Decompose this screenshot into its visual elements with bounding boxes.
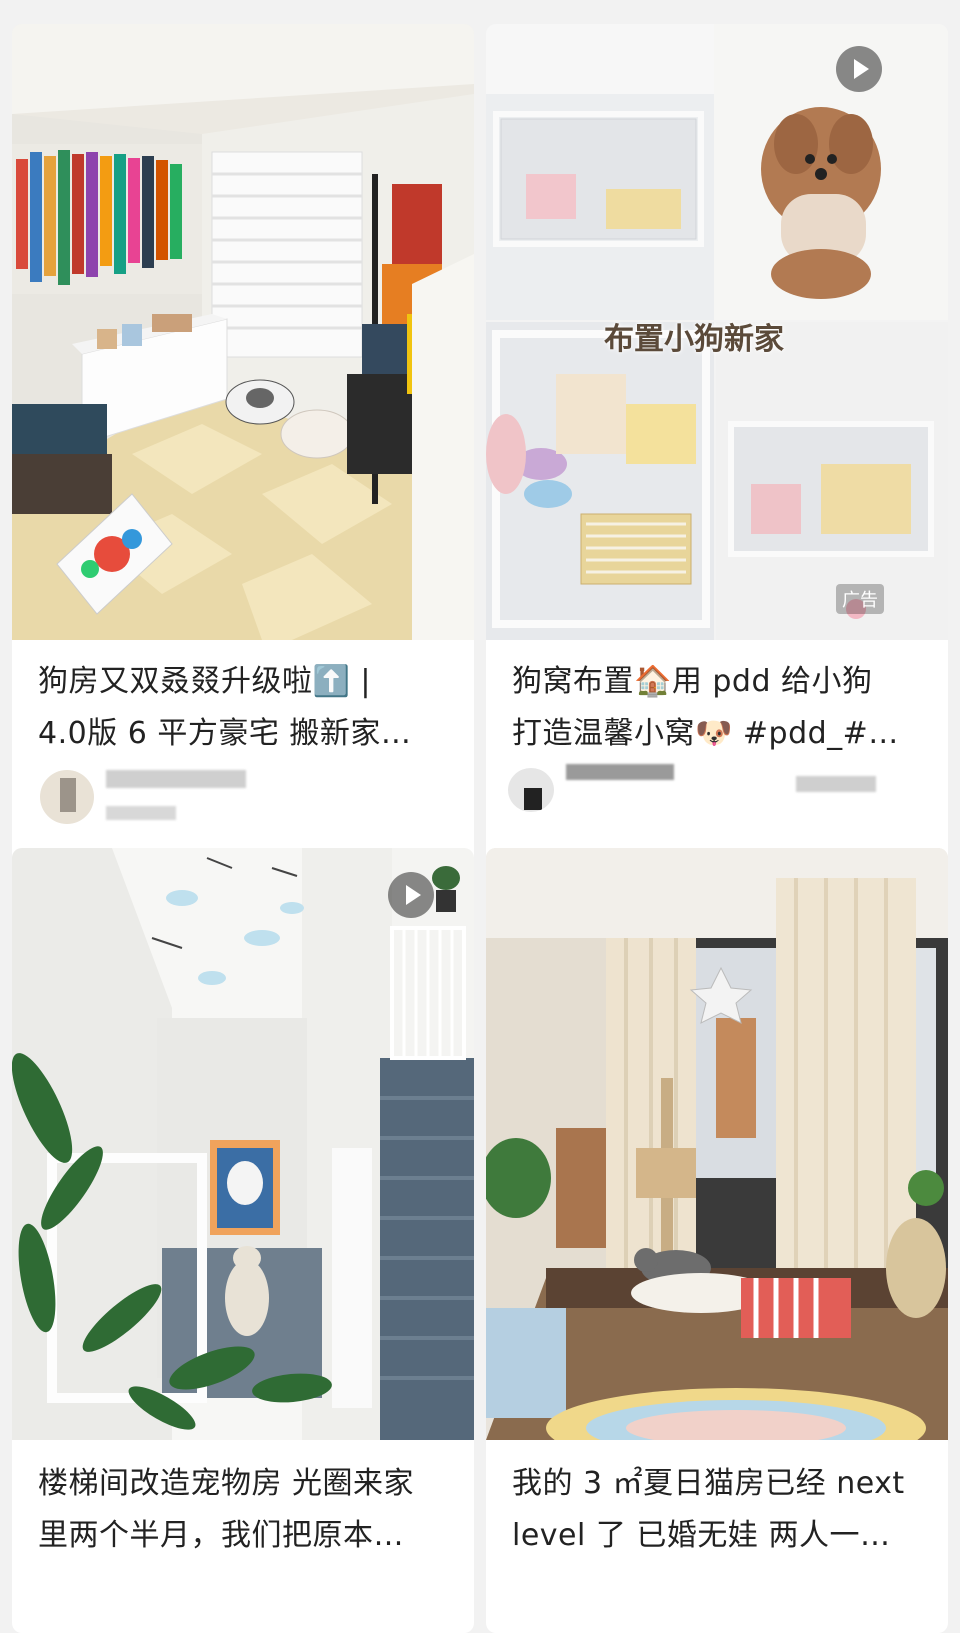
post-title-line: 里两个半月，我们把原本…	[38, 1518, 404, 1553]
like-count-blurred	[796, 776, 876, 792]
post-title-line: 我的 3 ㎡夏日猫房已经 next	[512, 1466, 905, 1501]
post-title-line: 4.0版 6 平方豪宅 搬新家…	[38, 716, 412, 751]
image-overlay-caption: 布置小狗新家	[604, 322, 784, 357]
post-title-line: 打造温馨小窝🐶 #pdd_#…	[512, 716, 899, 751]
post-title-line: level 了 已婚无娃 两人一…	[512, 1518, 891, 1553]
post-card[interactable]: 布置小狗新家 广告 狗窝布置🏠用 pdd 给小狗 打造温馨小窝🐶 #pdd_#…	[486, 24, 948, 866]
post-cover-image[interactable]: 布置小狗新家 广告	[486, 24, 948, 640]
post-title[interactable]: 我的 3 ㎡夏日猫房已经 next level 了 已婚无娃 两人一…	[512, 1458, 926, 1562]
feed-grid: 狗房又双叒叕升级啦⬆️ | 4.0版 6 平方豪宅 搬新家… 布置小狗新家 广告…	[0, 0, 960, 1633]
post-title[interactable]: 狗窝布置🏠用 pdd 给小狗 打造温馨小窝🐶 #pdd_#…	[512, 656, 926, 760]
post-card[interactable]: 狗房又双叒叕升级啦⬆️ | 4.0版 6 平方豪宅 搬新家…	[12, 24, 474, 866]
author-name-blurred[interactable]	[566, 764, 674, 780]
post-title-line: 狗窝布置🏠用 pdd 给小狗	[512, 664, 873, 699]
video-play-icon	[836, 46, 882, 92]
author-meta-blurred	[106, 806, 176, 820]
post-card[interactable]: 我的 3 ㎡夏日猫房已经 next level 了 已婚无娃 两人一…	[486, 848, 948, 1633]
post-cover-image[interactable]	[486, 848, 948, 1440]
author-avatar[interactable]	[40, 770, 94, 824]
post-card[interactable]: 楼梯间改造宠物房 光圈来家 里两个半月，我们把原本…	[12, 848, 474, 1633]
video-play-icon	[388, 872, 434, 918]
post-title-line: 楼梯间改造宠物房 光圈来家	[38, 1466, 415, 1501]
author-avatar[interactable]	[508, 768, 554, 812]
ad-badge: 广告	[836, 584, 884, 614]
post-title[interactable]: 狗房又双叒叕升级啦⬆️ | 4.0版 6 平方豪宅 搬新家…	[38, 656, 452, 760]
post-title-line: 狗房又双叒叕升级啦⬆️ |	[38, 664, 371, 699]
post-cover-image[interactable]	[12, 24, 474, 640]
author-name-blurred[interactable]	[106, 770, 246, 788]
post-title[interactable]: 楼梯间改造宠物房 光圈来家 里两个半月，我们把原本…	[38, 1458, 452, 1562]
post-cover-image[interactable]	[12, 848, 474, 1440]
